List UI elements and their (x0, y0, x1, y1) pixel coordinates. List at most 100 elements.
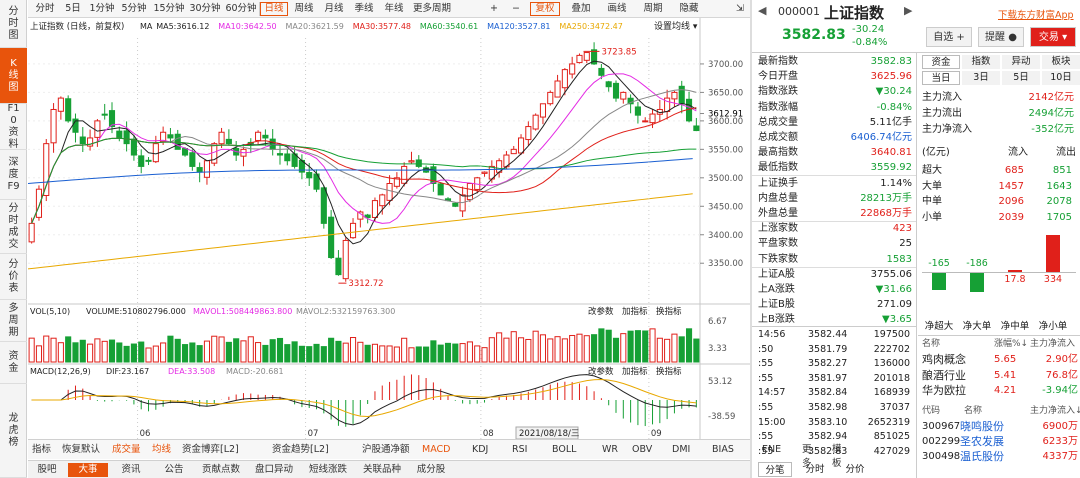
indicator-tab-9[interactable]: RSI (512, 443, 527, 457)
indicator-tab-0[interactable]: 指标 (32, 443, 51, 457)
period-6[interactable]: 60分钟 (224, 2, 258, 16)
period-4[interactable]: 15分钟 (152, 2, 186, 16)
indicator-tab-14[interactable]: BIAS (712, 443, 734, 457)
indicator-tab-2[interactable]: 成交量 (112, 443, 141, 457)
period-10[interactable]: 季线 (350, 2, 378, 16)
indicator-tab-7[interactable]: MACD (422, 443, 450, 457)
download-link[interactable]: 下载东方财富App (998, 7, 1074, 21)
indicator-tab-13[interactable]: DMI (672, 443, 690, 457)
expand-icon[interactable]: ⇲ (734, 2, 746, 16)
period-11[interactable]: 年线 (380, 2, 408, 16)
toolbar-right-6[interactable]: 隐藏 (674, 2, 704, 16)
vol-bar (393, 346, 400, 363)
sidebar-item-0[interactable]: 分时图 (0, 0, 27, 48)
vol-bar (87, 343, 94, 363)
action-button-2[interactable]: 交易 ▾ (1030, 27, 1076, 47)
period-3[interactable]: 5分钟 (118, 2, 150, 16)
indicator-tab-3[interactable]: 均线 (152, 443, 171, 457)
indicator-tabs: 指标 恢复默认 成交量 均线 资金博弈[L2] 资金趋势[L2] 沪股通净额 MACD KDJ R… (28, 439, 842, 469)
bottom-tab-0[interactable]: 股吧 (28, 463, 66, 477)
kline-chart[interactable]: 上证指数 (日线，前复权) MA MA5:3616.12 MA10:3642.50 MA… (28, 18, 750, 439)
bottom-tab-3[interactable]: 公告 (154, 463, 194, 477)
period-8[interactable]: 周线 (290, 2, 318, 16)
period-tab-2[interactable]: 5日 (1002, 71, 1040, 85)
period-tab-0[interactable]: 当日 (922, 71, 960, 85)
sector-head[interactable]: 名称 (922, 337, 940, 352)
indicator-tab-6[interactable]: 沪股通净额 (362, 443, 410, 457)
bottom-tab-5[interactable]: 盘口异动 (248, 463, 300, 477)
sidebar-item-4[interactable]: 分时成交 (0, 200, 27, 254)
sector-flow: 76.8亿 (1045, 369, 1078, 381)
toolbar-right-5[interactable]: 周期 (638, 2, 668, 16)
toolbar-right-4[interactable]: 画线 (602, 2, 632, 16)
sector-name[interactable]: 酿酒行业 (922, 368, 966, 383)
bottom-tab-7[interactable]: 关联品种 (356, 463, 408, 477)
period-2[interactable]: 1分钟 (88, 2, 116, 16)
vol-bar (145, 347, 152, 363)
indicator-tab-1[interactable]: 恢复默认 (62, 443, 100, 457)
sidebar-item-8[interactable]: 龙虎榜 (0, 384, 27, 478)
candle-body (386, 183, 393, 201)
period-tab-1[interactable]: 3日 (962, 71, 1000, 85)
sector-head[interactable]: 主力净流入 (1030, 337, 1075, 352)
toolbar-right-2[interactable]: 复权 (530, 2, 560, 16)
vol-bar (262, 344, 269, 363)
stock-name-cell[interactable]: 温氏股份 (960, 449, 1004, 464)
fund-tab-3[interactable]: 板块 (1042, 55, 1080, 69)
vol-bar (481, 347, 488, 363)
bottom-tab-2[interactable]: 资讯 (110, 463, 152, 477)
indicator-tab-5[interactable]: 资金趋势[L2] (272, 443, 329, 457)
indicator-tab-11[interactable]: WR (602, 443, 618, 457)
period-5[interactable]: 30分钟 (188, 2, 222, 16)
tick-tab-2[interactable]: 分价 (838, 462, 872, 477)
flow-row-label: 超大 (922, 165, 942, 176)
period-12[interactable]: 更多周期 (410, 2, 454, 16)
action-button-0[interactable]: 自选 + (926, 27, 972, 47)
indicator-tab-8[interactable]: KDJ (472, 443, 488, 457)
macd-dea: DEA:33.508 (168, 367, 215, 376)
toolbar-right-0[interactable]: + (486, 2, 502, 16)
bottom-tab-6[interactable]: 短线涨跌 (302, 463, 354, 477)
sector-name[interactable]: 华为欧拉 (922, 383, 966, 398)
bottom-tab-8[interactable]: 成分股 (410, 463, 452, 477)
flow-head: 流入 (1008, 147, 1028, 158)
bottom-tab-4[interactable]: 贡献点数 (196, 463, 246, 477)
sector-name[interactable]: 鸡肉概念 (922, 352, 966, 367)
vol-bar (430, 340, 437, 363)
stat-label: 最高指数 (758, 147, 798, 159)
period-tab-3[interactable]: 10日 (1042, 71, 1080, 85)
sector-head[interactable]: 涨幅%↓ (994, 337, 1028, 352)
sidebar-item-7[interactable]: 资金 (0, 342, 27, 384)
bottom-tab-1[interactable]: 大事 (68, 463, 108, 477)
prev-arrow[interactable]: ◀ (758, 4, 766, 17)
stat-value: ▼31.66 (875, 284, 912, 295)
toolbar-right-1[interactable]: − (508, 2, 524, 16)
fund-tab-1[interactable]: 指数 (962, 55, 1000, 69)
candle-body (349, 222, 357, 239)
sidebar-item-3[interactable]: 深度F9 (0, 150, 27, 200)
period-9[interactable]: 月线 (320, 2, 348, 16)
vol-bar (335, 340, 342, 363)
indicator-tab-4[interactable]: 资金博弈[L2] (182, 443, 239, 457)
candle-body (634, 106, 641, 116)
indicator-tab-10[interactable]: BOLL (552, 443, 576, 457)
period-0[interactable]: 分时 (32, 2, 58, 16)
next-arrow[interactable]: ▶ (904, 4, 912, 17)
fund-tab-2[interactable]: 异动 (1002, 55, 1040, 69)
stock-name-cell[interactable]: 圣农发展 (960, 434, 1004, 449)
sidebar-item-2[interactable]: F10资料 (0, 103, 27, 150)
indicator-tab-12[interactable]: OBV (632, 443, 652, 457)
tick-tab-0[interactable]: 分笔 (758, 462, 792, 477)
stock-name-cell[interactable]: 晓鸣股份 (960, 419, 1004, 434)
sidebar-item-6[interactable]: 多周期 (0, 300, 27, 342)
vol-bar (50, 337, 57, 363)
tick-tab-1[interactable]: 分时 (798, 462, 832, 477)
fund-tab-0[interactable]: 资金 (922, 55, 960, 69)
action-button-1[interactable]: 提醒 ● (978, 27, 1024, 47)
toolbar-right-3[interactable]: 叠加 (566, 2, 596, 16)
sidebar-item-5[interactable]: 分价表 (0, 254, 27, 300)
sidebar-label: K线图 (8, 57, 19, 93)
sidebar-item-1[interactable]: K线图 (0, 48, 27, 104)
period-7[interactable]: 日线 (260, 2, 288, 16)
period-1[interactable]: 5日 (60, 2, 86, 16)
